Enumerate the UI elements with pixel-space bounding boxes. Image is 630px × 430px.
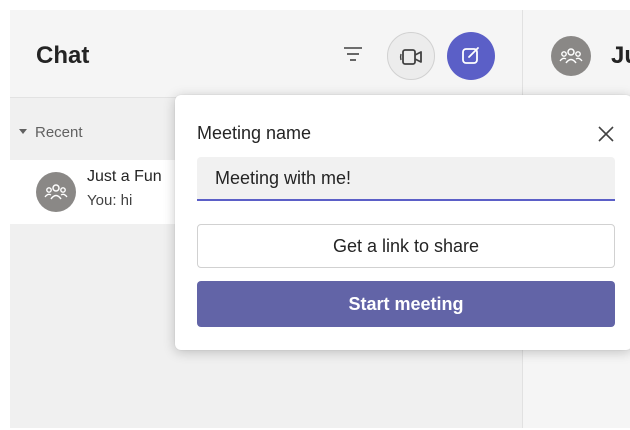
conversation-avatar[interactable]	[551, 36, 591, 76]
avatar	[36, 172, 76, 212]
filter-icon[interactable]	[342, 44, 364, 64]
recent-section-header[interactable]: Recent	[10, 122, 170, 146]
new-chat-button[interactable]	[447, 32, 495, 80]
group-icon	[559, 48, 583, 64]
start-meeting-button[interactable]: Start meeting	[197, 281, 615, 327]
meeting-name-label: Meeting name	[197, 123, 312, 143]
recent-label: Recent	[35, 124, 83, 141]
group-icon	[44, 184, 68, 200]
meeting-popup: Meeting name Get a link to share Start m…	[175, 95, 630, 350]
chat-title: Chat	[36, 42, 90, 69]
conversation-title: Ju	[611, 42, 630, 69]
chat-header: Chat	[10, 10, 522, 98]
meeting-name-input[interactable]	[197, 157, 615, 201]
video-camera-icon	[399, 49, 422, 65]
chat-item-preview: You: hi	[87, 192, 133, 209]
compose-icon	[462, 47, 479, 64]
caret-down-icon	[19, 129, 27, 134]
close-icon[interactable]	[595, 123, 617, 145]
meet-now-button[interactable]	[387, 32, 435, 80]
conversation-header: Ju	[523, 10, 630, 98]
get-link-button[interactable]: Get a link to share	[197, 224, 615, 268]
chat-item-name: Just a Fun	[87, 168, 162, 185]
